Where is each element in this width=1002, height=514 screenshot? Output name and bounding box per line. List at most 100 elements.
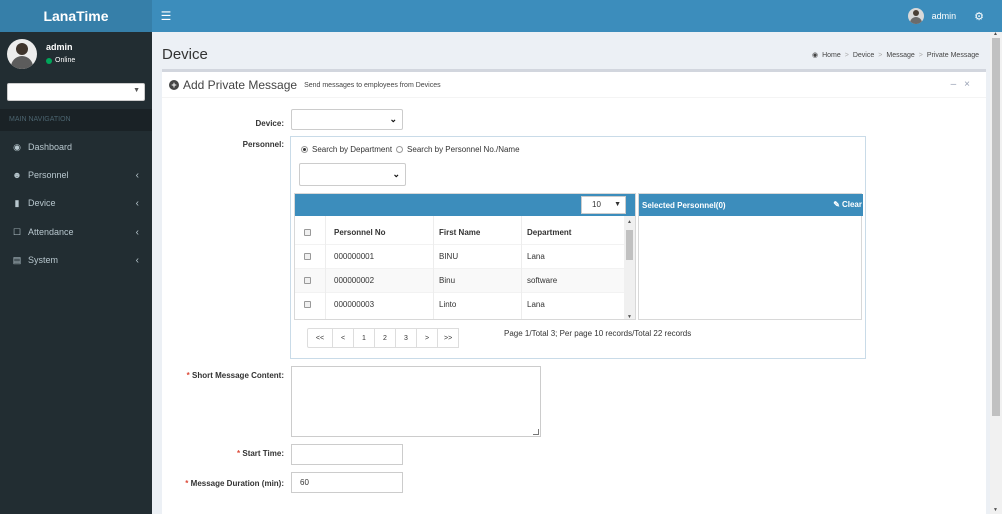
- user-panel: admin Online: [0, 32, 152, 76]
- sidebar-item-label: System: [28, 255, 59, 265]
- page-size-select[interactable]: 10 ▼: [581, 196, 626, 214]
- duration-label-text: Message Duration (min):: [190, 479, 284, 488]
- page-3-button[interactable]: 3: [395, 328, 417, 348]
- page-scrollbar[interactable]: ▲ ▼: [990, 31, 1002, 514]
- sidebar-item-label: Attendance: [28, 227, 74, 237]
- clear-button[interactable]: ✎ Clear: [833, 200, 862, 209]
- clear-label: Clear: [841, 200, 862, 209]
- sidebar-item-attendance[interactable]: ☐ Attendance ‹: [0, 219, 152, 245]
- selected-personnel-header: Selected Personnel(0) ✎ Clear: [639, 194, 863, 216]
- cell-personnel-no: 000000003: [334, 300, 375, 309]
- breadcrumb-separator: >: [918, 51, 923, 59]
- chevron-left-icon: ‹: [135, 197, 139, 209]
- box-tools: – ×: [951, 79, 970, 90]
- start-time-label: * Start Time:: [200, 449, 284, 458]
- grid-scrollbar[interactable]: ▲ ▼: [624, 216, 635, 319]
- chevron-left-icon: ‹: [135, 169, 139, 181]
- column-divider: [521, 216, 522, 319]
- column-divider: [325, 216, 326, 319]
- sidebar-toggle-icon[interactable]: ☰: [158, 8, 174, 24]
- breadcrumb-separator: >: [844, 51, 849, 59]
- breadcrumb-device[interactable]: Device: [853, 52, 874, 59]
- scroll-down-icon[interactable]: ▼: [993, 507, 998, 513]
- short-message-label: * Short Message Content:: [170, 371, 284, 380]
- breadcrumb-home[interactable]: Home: [822, 52, 841, 59]
- page-1-button[interactable]: 1: [353, 328, 375, 348]
- sidebar-item-dashboard[interactable]: ◉ Dashboard: [0, 134, 152, 160]
- short-message-textarea[interactable]: [291, 366, 541, 437]
- box-title: + Add Private Message Send messages to e…: [169, 78, 441, 92]
- select-all-checkbox[interactable]: [304, 228, 311, 236]
- header-user-name[interactable]: admin: [932, 11, 957, 21]
- grid-scroll-thumb[interactable]: [626, 230, 633, 260]
- sidebar-search-select[interactable]: ▼: [7, 83, 145, 101]
- page-first-button[interactable]: <<: [307, 328, 333, 348]
- resize-handle-icon[interactable]: [533, 429, 539, 435]
- app-logo[interactable]: LanaTime: [0, 0, 152, 32]
- box-title-text: Add Private Message: [183, 78, 298, 92]
- duration-input[interactable]: 60: [291, 472, 403, 493]
- sidebar-item-personnel[interactable]: ☻ Personnel ‹: [0, 162, 152, 188]
- users-icon: ☻: [12, 170, 22, 180]
- grid-toolbar: 10 ▼: [295, 194, 635, 216]
- chevron-left-icon: ‹: [135, 254, 139, 266]
- page-info: Page 1/Total 3; Per page 10 records/Tota…: [504, 329, 692, 338]
- sidebar-item-label: Device: [28, 198, 56, 208]
- row-checkbox[interactable]: [304, 301, 311, 308]
- start-time-input[interactable]: [291, 444, 403, 465]
- avatar[interactable]: [907, 8, 924, 24]
- page-last-button[interactable]: >>: [437, 328, 460, 348]
- table-row[interactable]: 000000001 BINU Lana: [295, 244, 625, 268]
- page-2-button[interactable]: 2: [374, 328, 396, 348]
- radio-by-department[interactable]: [301, 146, 308, 153]
- scroll-down-icon[interactable]: ▼: [627, 314, 632, 319]
- user-menu[interactable]: admin ⚙: [907, 6, 984, 26]
- col-personnel-no[interactable]: Personnel No: [334, 221, 386, 243]
- breadcrumb: ◉ Home > Device > Message > Private Mess…: [811, 51, 979, 60]
- required-asterisk: *: [186, 371, 190, 380]
- page-scroll-thumb[interactable]: [992, 38, 1000, 416]
- minimize-icon[interactable]: –: [951, 79, 957, 90]
- cell-department: Lana: [527, 252, 545, 261]
- selected-personnel-title: Selected Personnel(0): [642, 201, 726, 210]
- breadcrumb-message[interactable]: Message: [886, 52, 914, 59]
- radio-by-personnel[interactable]: [396, 146, 404, 153]
- department-select[interactable]: ⌄: [299, 163, 406, 186]
- required-asterisk: *: [237, 449, 241, 458]
- table-row[interactable]: 000000002 Binu software: [295, 268, 625, 292]
- search-mode-radios: Search by Department Search by Personnel…: [301, 145, 520, 154]
- box-header: + Add Private Message Send messages to e…: [162, 72, 986, 98]
- duration-label: * Message Duration (min):: [170, 479, 284, 488]
- sidebar: admin Online ▼ MAIN NAVIGATION ◉ Dashboa…: [0, 32, 152, 514]
- cell-department: software: [527, 276, 558, 285]
- device-label: Device:: [255, 119, 284, 128]
- sidebar-item-device[interactable]: ▮ Device ‹: [0, 190, 152, 216]
- row-checkbox[interactable]: [304, 253, 311, 260]
- attendance-icon: ☐: [12, 226, 22, 237]
- radio-by-department-label[interactable]: Search by Department: [312, 145, 392, 154]
- device-icon: ▮: [14, 197, 20, 208]
- user-status: Online: [46, 57, 75, 64]
- col-first-name[interactable]: First Name: [439, 221, 480, 243]
- row-checkbox[interactable]: [304, 277, 311, 284]
- page-next-button[interactable]: >: [416, 328, 438, 348]
- page-title: Device: [162, 46, 208, 63]
- sidebar-item-system[interactable]: ▤ System ‹: [0, 247, 152, 273]
- chevron-left-icon: ‹: [135, 226, 139, 238]
- device-select[interactable]: ⌄: [291, 109, 403, 130]
- dashboard-icon: ◉: [13, 141, 21, 152]
- dashboard-icon: ◉: [811, 52, 819, 59]
- page-size-value: 10: [592, 200, 601, 209]
- scroll-up-icon[interactable]: ▲: [627, 219, 632, 225]
- col-department[interactable]: Department: [527, 221, 571, 243]
- scroll-up-icon[interactable]: ▲: [993, 31, 998, 37]
- table-row[interactable]: 000000003 Linto Lana: [295, 292, 625, 316]
- box-subtitle: Send messages to employees from Devices: [304, 81, 441, 89]
- radio-by-personnel-label[interactable]: Search by Personnel No./Name: [407, 145, 520, 154]
- chevron-down-icon: ⌄: [392, 169, 400, 179]
- breadcrumb-private-message: Private Message: [926, 51, 979, 59]
- close-icon[interactable]: ×: [964, 79, 970, 90]
- settings-gears-icon[interactable]: ⚙: [974, 10, 984, 23]
- page-prev-button[interactable]: <: [332, 328, 354, 348]
- plus-circle-icon: +: [169, 80, 179, 90]
